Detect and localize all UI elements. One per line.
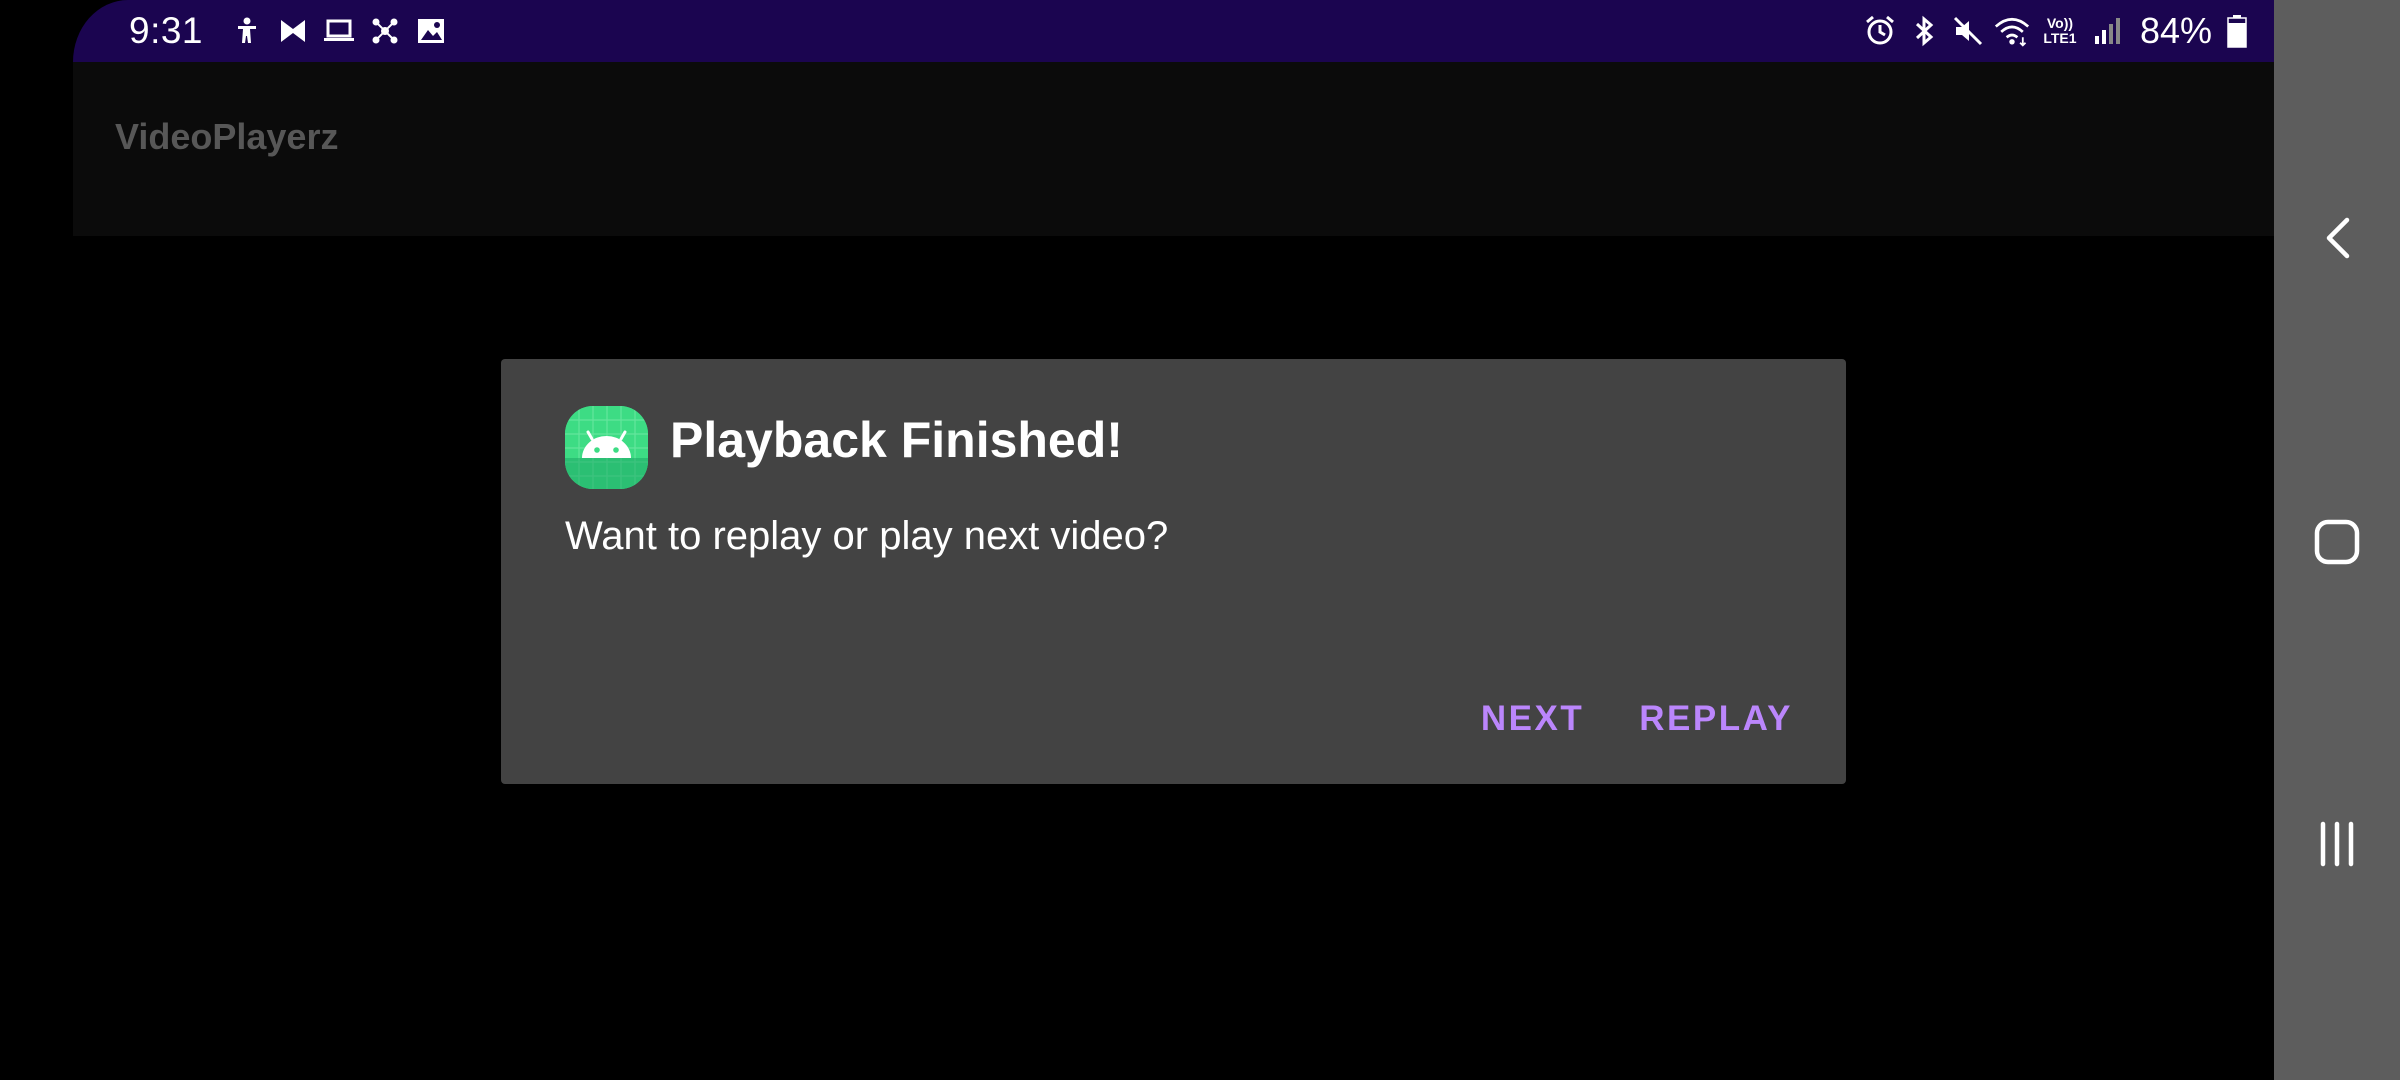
gallery-icon [413, 13, 449, 49]
status-bar: 9:31 Vo)) LTE1 84% [73, 0, 2274, 62]
screen: 9:31 Vo)) LTE1 84% VideoPlayerz Playback… [0, 0, 2400, 1080]
navigation-bar [2274, 0, 2400, 1080]
volte-label-top: Vo)) [2046, 15, 2074, 31]
battery-icon [2226, 13, 2248, 49]
mute-icon [1950, 13, 1986, 49]
replay-button[interactable]: REPLAY [1639, 689, 1793, 749]
app-bar: VideoPlayerz [73, 62, 2274, 236]
status-time: 9:31 [129, 10, 204, 51]
dialog-title: Playback Finished! [670, 412, 1123, 468]
app-title: VideoPlayerz [115, 116, 339, 157]
volte-icon: Vo)) LTE1 [2038, 13, 2082, 49]
android-app-icon [565, 406, 648, 489]
signal-icon [2090, 13, 2126, 49]
status-left: 9:31 [129, 0, 449, 62]
dialog-message: Want to replay or play next video? [565, 514, 1169, 558]
alarm-icon [1862, 13, 1898, 49]
next-button[interactable]: NEXT [1481, 689, 1584, 749]
network-hub-icon [367, 13, 403, 49]
recents-icon [2307, 814, 2367, 879]
battery-percent: 84% [2139, 10, 2212, 51]
bluetooth-icon [1906, 13, 1942, 49]
home-button[interactable] [2274, 484, 2400, 604]
back-button[interactable] [2274, 180, 2400, 300]
playback-finished-dialog: Playback Finished! Want to replay or pla… [501, 359, 1846, 784]
wifi-icon [1994, 13, 2030, 49]
status-right: Vo)) LTE1 84% [1854, 0, 2248, 62]
accessibility-icon [229, 13, 265, 49]
volte-label-bottom: LTE1 [2043, 30, 2077, 46]
back-icon [2317, 208, 2357, 273]
dialog-actions: NEXT REPLAY [1426, 689, 1793, 749]
recents-button[interactable] [2274, 786, 2400, 906]
laptop-icon [321, 13, 357, 49]
home-icon [2307, 512, 2367, 577]
mirror-icon [275, 13, 311, 49]
